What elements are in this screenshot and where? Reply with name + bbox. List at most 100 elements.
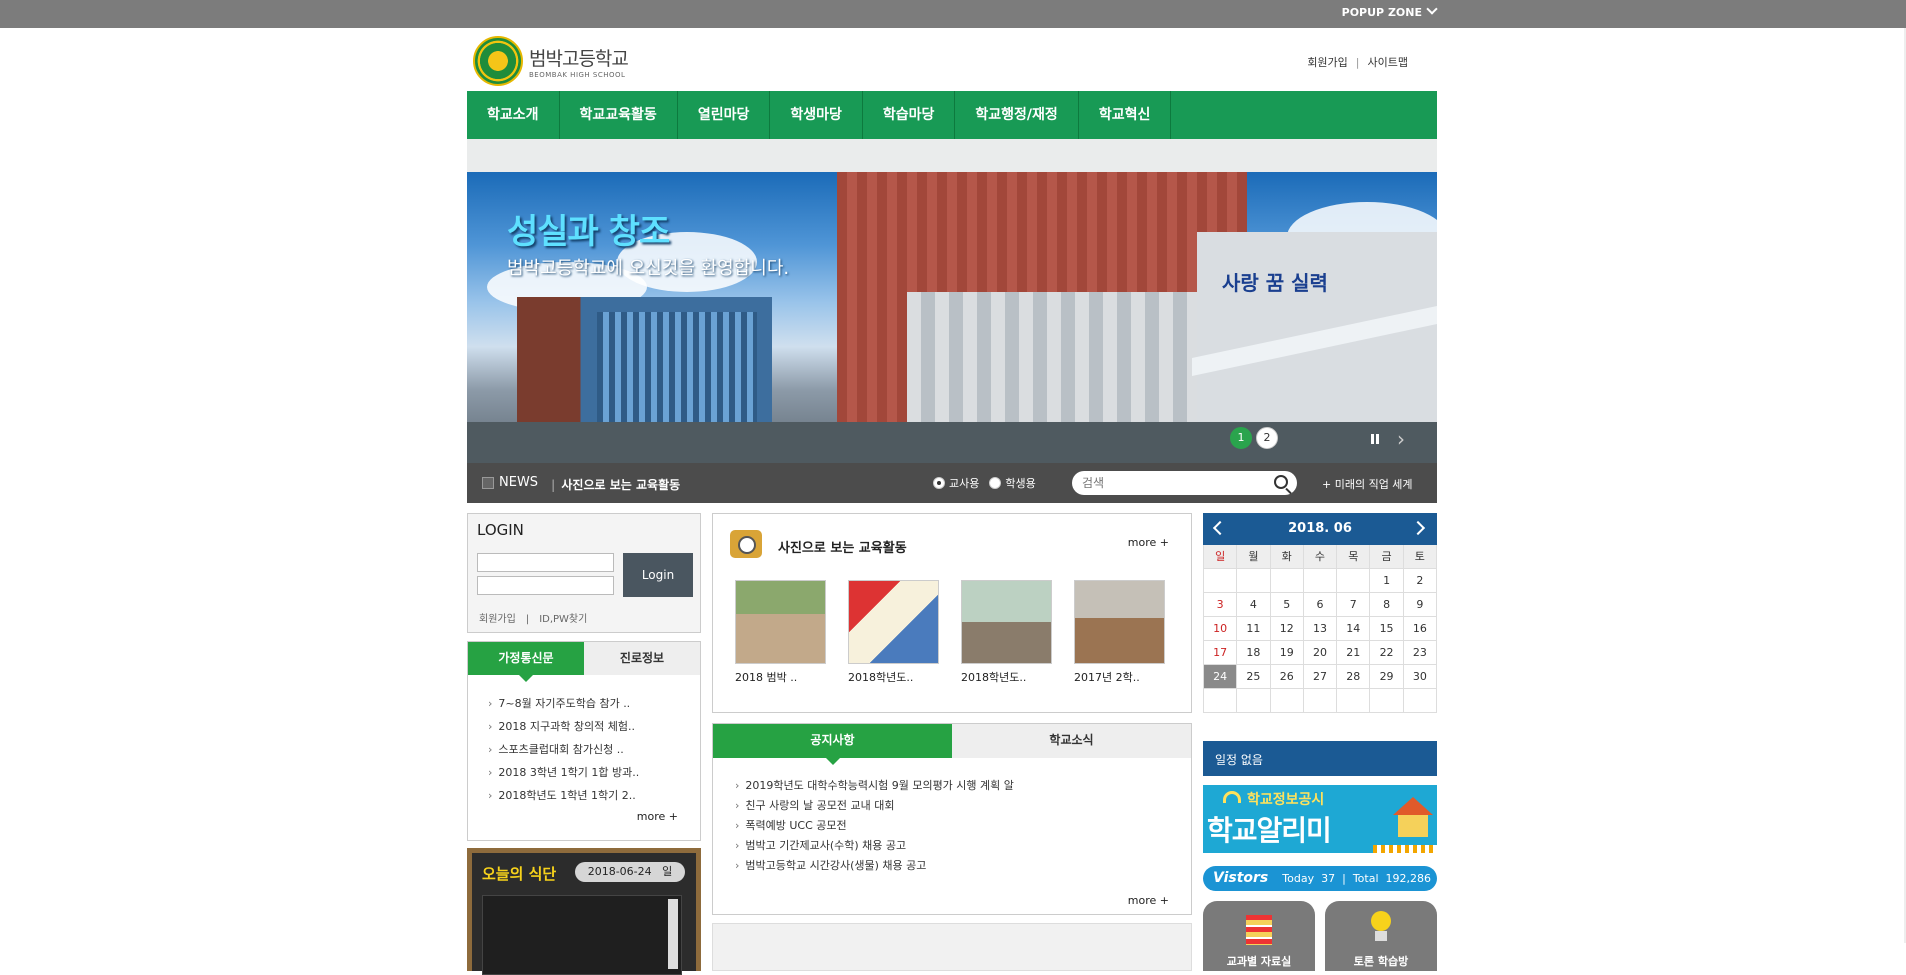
calendar: 2018. 06 일 월 화 수 목 금 토 1 2 3 4 5 6 7 8 9 10 11 12 13 14 15 16 1… <box>1203 513 1437 717</box>
calendar-day[interactable]: 16 <box>1403 617 1437 641</box>
nav-item-students[interactable]: 학생마당 <box>770 91 863 139</box>
popup-zone-toggle[interactable]: POPUP ZONE <box>1341 3 1438 19</box>
nav-item-admin[interactable]: 학교행정/재정 <box>955 91 1079 139</box>
calendar-day[interactable]: 8 <box>1370 593 1404 617</box>
tab-career-info[interactable]: 진로정보 <box>584 642 700 675</box>
slide-dot-2[interactable]: 2 <box>1256 427 1278 449</box>
nav-item-about[interactable]: 학교소개 <box>467 91 560 139</box>
popup-zone-label: POPUP ZONE <box>1341 6 1422 19</box>
news-label: NEWS <box>499 475 539 490</box>
notice-more-link[interactable]: more + <box>1128 894 1169 907</box>
calendar-day[interactable]: 6 <box>1303 593 1338 617</box>
list-item[interactable]: 친구 사랑의 날 공모전 교내 대회 <box>735 796 1191 816</box>
debate-room-button[interactable]: 토론 학습방 <box>1325 901 1437 971</box>
nav-item-education[interactable]: 학교교육활동 <box>560 91 678 139</box>
sitemap-link[interactable]: 사이트맵 <box>1368 56 1408 69</box>
login-button[interactable]: Login <box>623 553 693 597</box>
calendar-day[interactable]: 3 <box>1204 593 1238 617</box>
calendar-weekday: 월 <box>1237 545 1271 569</box>
list-item[interactable]: 7~8월 자기주도학습 참가 .. <box>488 692 700 715</box>
photo-item[interactable]: 2018학년도.. <box>961 580 1052 685</box>
calendar-day[interactable]: 1 <box>1370 569 1404 593</box>
tab-school-news[interactable]: 학교소식 <box>952 724 1191 758</box>
today-count: 37 <box>1321 872 1336 885</box>
calendar-day[interactable]: 10 <box>1204 617 1238 641</box>
news-checkbox[interactable] <box>482 477 494 489</box>
calendar-day[interactable]: 7 <box>1337 593 1371 617</box>
list-item[interactable]: 범박고 기간제교사(수학) 채용 공고 <box>735 836 1191 856</box>
calendar-day[interactable]: 11 <box>1237 617 1271 641</box>
login-join-link[interactable]: 회원가입 <box>479 614 516 625</box>
calendar-day[interactable]: 24 <box>1204 665 1238 689</box>
list-item[interactable]: 2018 지구과학 창의적 체험.. <box>488 715 700 738</box>
calendar-empty-cell <box>1370 689 1404 713</box>
future-jobs-link[interactable]: + 미래의 직업 세계 <box>1322 476 1413 492</box>
photo-thumbnail <box>1074 580 1165 664</box>
calendar-day[interactable]: 17 <box>1204 641 1238 665</box>
search-icon[interactable] <box>1274 475 1288 489</box>
calendar-day[interactable]: 5 <box>1270 593 1304 617</box>
join-link[interactable]: 회원가입 <box>1307 56 1347 69</box>
util-separator: | <box>1355 56 1360 69</box>
next-arrow-icon[interactable]: › <box>1397 427 1405 451</box>
calendar-day[interactable]: 14 <box>1337 617 1371 641</box>
find-id-pw-link[interactable]: ID,PW찾기 <box>539 614 587 625</box>
logo-subtitle: BEOMBAK HIGH SCHOOL <box>529 70 626 79</box>
calendar-day[interactable]: 12 <box>1270 617 1304 641</box>
tab-home-letters[interactable]: 가정통신문 <box>468 642 584 682</box>
login-id-input[interactable] <box>477 553 614 572</box>
subject-materials-button[interactable]: 교과별 자료실 <box>1203 901 1315 971</box>
calendar-empty-cell <box>1204 569 1238 593</box>
calendar-day[interactable]: 18 <box>1237 641 1271 665</box>
calendar-day[interactable]: 23 <box>1403 641 1437 665</box>
calendar-day[interactable]: 28 <box>1337 665 1371 689</box>
list-item[interactable]: 폭력예방 UCC 공모전 <box>735 816 1191 836</box>
calendar-day[interactable]: 9 <box>1403 593 1437 617</box>
tab-notices[interactable]: 공지사항 <box>713 724 952 765</box>
notice-box: 공지사항 학교소식 2019학년도 대학수학능력시험 9월 모의평가 시행 계획… <box>712 723 1192 915</box>
calendar-day[interactable]: 21 <box>1337 641 1371 665</box>
calendar-weekday: 화 <box>1270 545 1304 569</box>
school-logo[interactable]: 범박고등학교 BEOMBAK HIGH SCHOOL <box>473 36 629 86</box>
login-separator: | <box>525 614 530 625</box>
slide-dot-1[interactable]: 1 <box>1230 427 1252 449</box>
photo-more-link[interactable]: more + <box>1128 536 1169 549</box>
photo-item[interactable]: 2018학년도.. <box>848 580 939 685</box>
calendar-day[interactable]: 26 <box>1270 665 1304 689</box>
radio-teacher[interactable]: 교사용 <box>933 475 979 491</box>
calendar-day[interactable]: 2 <box>1403 569 1437 593</box>
calendar-day[interactable]: 19 <box>1270 641 1304 665</box>
calendar-day[interactable]: 15 <box>1370 617 1404 641</box>
calendar-day[interactable]: 25 <box>1237 665 1271 689</box>
photo-item[interactable]: 2018 범박 .. <box>735 580 826 685</box>
list-item[interactable]: 2018 3학년 1학기 1합 방과.. <box>488 761 700 784</box>
calendar-day[interactable]: 27 <box>1303 665 1338 689</box>
search-input[interactable] <box>1082 475 1267 491</box>
calendar-weekday: 수 <box>1303 545 1338 569</box>
calendar-day[interactable]: 29 <box>1370 665 1404 689</box>
photo-item[interactable]: 2017년 2학.. <box>1074 580 1165 685</box>
home-letters-list: 7~8월 자기주도학습 참가 .. 2018 지구과학 창의적 체험.. 스포츠… <box>468 675 700 807</box>
calendar-day[interactable]: 4 <box>1237 593 1271 617</box>
meal-scrollbar[interactable] <box>668 899 678 969</box>
meal-day: 일 <box>662 865 673 878</box>
meal-date[interactable]: 2018-06-24 일 <box>575 862 685 882</box>
login-pw-input[interactable] <box>477 576 614 595</box>
list-item[interactable]: 2019학년도 대학수학능력시험 9월 모의평가 시행 계획 알 <box>735 776 1191 796</box>
calendar-day[interactable]: 20 <box>1303 641 1338 665</box>
list-item[interactable]: 스포츠클럽대회 참가신청 .. <box>488 738 700 761</box>
calendar-day[interactable]: 22 <box>1370 641 1404 665</box>
nav-item-learning[interactable]: 학습마당 <box>863 91 956 139</box>
news-title[interactable]: | 사진으로 보는 교육활동 <box>551 476 680 493</box>
list-item[interactable]: 2018학년도 1학년 1학기 2.. <box>488 784 700 807</box>
home-letters-more-link[interactable]: more + <box>637 810 678 823</box>
photo-caption: 2018 범박 .. <box>735 671 798 684</box>
nav-item-open[interactable]: 열린마당 <box>678 91 771 139</box>
calendar-day[interactable]: 30 <box>1403 665 1437 689</box>
nav-item-innovation[interactable]: 학교혁신 <box>1079 91 1172 139</box>
list-item[interactable]: 범박고등학교 시간강사(생물) 채용 공고 <box>735 856 1191 876</box>
school-alimi-banner[interactable]: 학교정보공시 학교알리미 <box>1203 785 1437 853</box>
calendar-day[interactable]: 13 <box>1303 617 1338 641</box>
radio-student[interactable]: 학생용 <box>989 475 1036 491</box>
pause-icon[interactable] <box>1367 432 1383 446</box>
